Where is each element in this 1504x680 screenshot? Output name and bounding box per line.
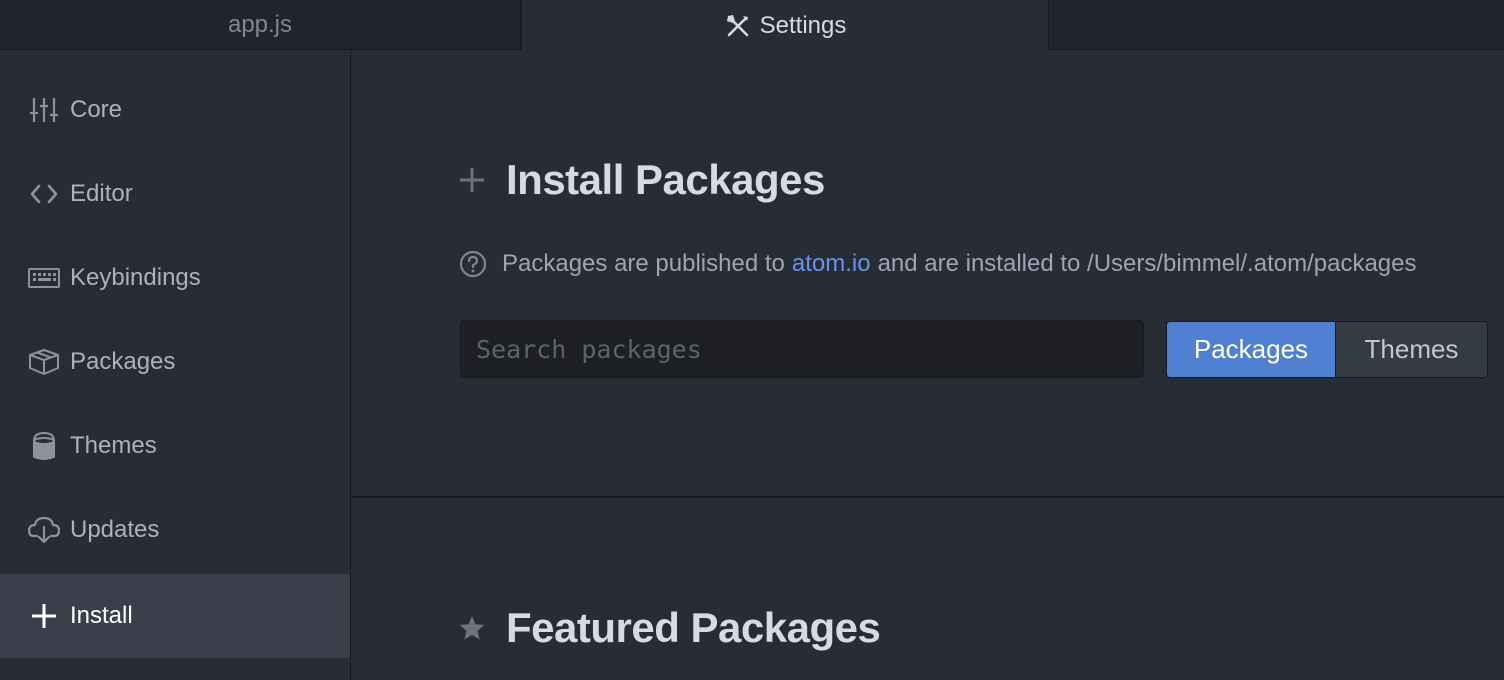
star-icon xyxy=(458,614,486,642)
atom-io-link[interactable]: atom.io xyxy=(792,250,871,278)
sidebar-item-label: Core xyxy=(70,96,123,123)
sidebar-item-install[interactable]: Install xyxy=(0,574,350,658)
code-icon xyxy=(28,178,60,210)
sidebar-item-packages[interactable]: Packages xyxy=(0,320,350,404)
search-packages-input[interactable] xyxy=(460,320,1144,378)
themes-toggle-button[interactable]: Themes xyxy=(1335,322,1487,377)
sidebar-item-core[interactable]: Core xyxy=(0,68,350,152)
cloud-download-icon xyxy=(28,514,60,546)
question-icon xyxy=(458,249,488,279)
section-divider xyxy=(352,496,1504,498)
sidebar-item-label: Packages xyxy=(70,348,176,375)
plus-icon xyxy=(458,166,486,194)
plus-icon xyxy=(28,600,60,632)
search-type-toggle: Packages Themes xyxy=(1166,321,1488,378)
sidebar-item-label: Editor xyxy=(70,180,133,207)
tab-bar: app.js Settings xyxy=(0,0,1504,51)
keyboard-icon xyxy=(28,262,60,294)
tools-icon xyxy=(724,12,752,40)
settings-sidebar: Core Editor Keybindings Packages Themes … xyxy=(0,50,351,680)
sidebar-item-label: Install xyxy=(70,602,133,629)
package-icon xyxy=(28,346,60,378)
sliders-icon xyxy=(28,94,60,126)
install-info: Packages are published to atom.io and ar… xyxy=(458,244,1416,284)
packages-toggle-button[interactable]: Packages xyxy=(1167,322,1336,377)
sidebar-item-editor[interactable]: Editor xyxy=(0,152,350,236)
info-text: Packages are published to xyxy=(502,250,785,277)
section-title: Featured Packages xyxy=(506,604,881,651)
sidebar-item-keybindings[interactable]: Keybindings xyxy=(0,236,350,320)
tab-label: Settings xyxy=(759,11,847,39)
section-title: Install Packages xyxy=(506,156,825,203)
tab-label: app.js xyxy=(227,10,293,38)
tab-app-js[interactable]: app.js xyxy=(0,0,521,49)
sidebar-item-label: Updates xyxy=(70,516,160,543)
sidebar-item-updates[interactable]: Updates xyxy=(0,488,350,572)
info-text: and are installed to /Users/bimmel/.atom… xyxy=(877,250,1417,277)
sidebar-item-label: Themes xyxy=(70,432,157,459)
paintcan-icon xyxy=(28,430,60,462)
sidebar-item-label: Keybindings xyxy=(70,264,201,291)
featured-packages-heading: Featured Packages xyxy=(458,602,881,654)
sidebar-item-themes[interactable]: Themes xyxy=(0,404,350,488)
install-packages-heading: Install Packages xyxy=(458,154,825,206)
tab-settings[interactable]: Settings xyxy=(521,0,1049,51)
